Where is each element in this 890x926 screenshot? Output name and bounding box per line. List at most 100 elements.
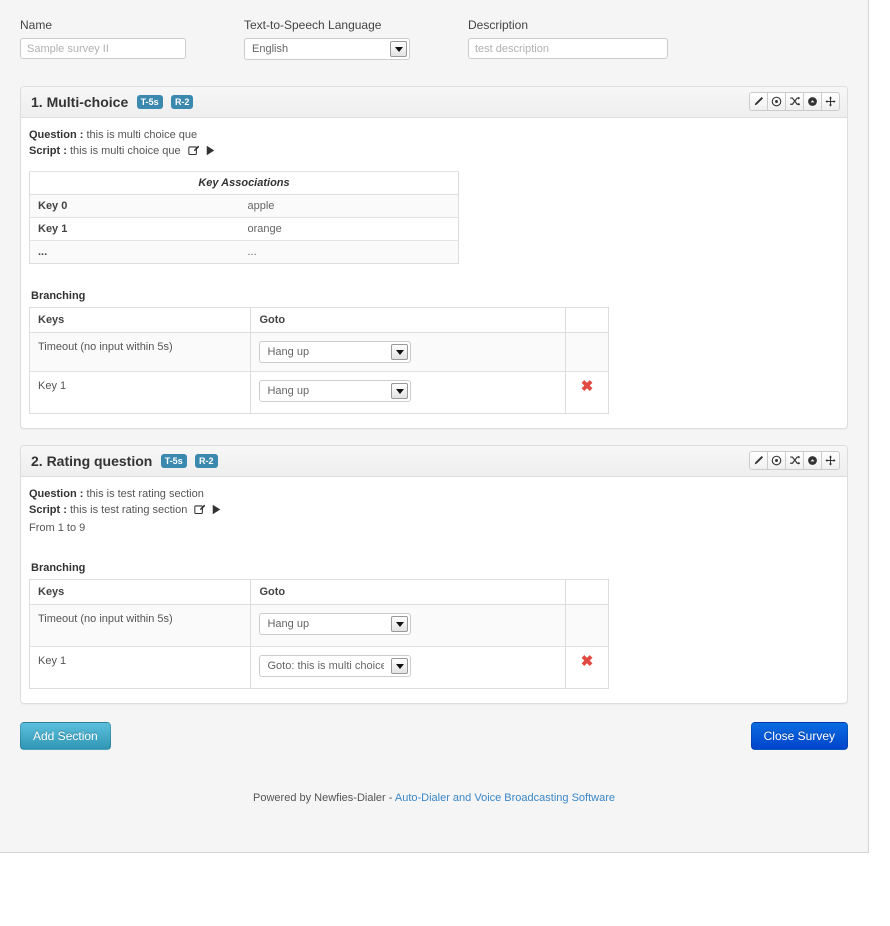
branching-goto-cell: Hang up [250, 604, 567, 647]
field-description: Description [468, 18, 688, 59]
branching-col-goto: Goto [250, 307, 567, 333]
survey-name-input[interactable] [20, 38, 186, 59]
branching-col-keys: Keys [29, 307, 252, 333]
branching-goto-value: Goto: this is multi choice que [267, 660, 385, 672]
chevron-down-icon[interactable] [390, 41, 407, 57]
branching-key-cell: Key 1 [29, 371, 252, 414]
section-1-timeout-badge: T-5s [136, 94, 163, 109]
chevron-down-icon[interactable] [391, 344, 409, 360]
delete-branch-icon[interactable]: ✖ [574, 379, 600, 394]
field-name: Name [20, 18, 244, 59]
branching-goto-cell: Hang up [250, 332, 567, 372]
edit-pencil-icon[interactable] [749, 451, 768, 470]
section-2-branching-table: Keys Goto Timeout (no input within 5s) H… [29, 579, 609, 689]
survey-section-panel: 1. Multi-choice T-5s R-2 Question: this… [20, 86, 848, 429]
survey-description-input[interactable] [468, 38, 668, 59]
branching-key-cell: Key 1 [29, 646, 252, 689]
section-1-header: 1. Multi-choice T-5s R-2 [21, 87, 847, 118]
question-label: Question : [29, 129, 84, 141]
branching-goto-cell: Hang up [250, 371, 567, 414]
section-1-retries-badge: R-2 [170, 94, 194, 109]
question-label: Question : [29, 488, 84, 500]
edit-pencil-icon[interactable] [749, 92, 768, 111]
key-association-key: Key 1 [29, 217, 240, 241]
duplicate-circle-icon[interactable] [803, 92, 822, 111]
key-association-value: apple [239, 194, 459, 218]
section-2-body: Question : this is test rating section S… [21, 477, 847, 703]
tts-language-value: English [252, 43, 289, 55]
powered-by-text: Powered by Newfies-Dialer - [253, 792, 395, 804]
branching-col-goto: Goto [250, 579, 567, 605]
branching-header-row: Keys Goto [29, 579, 609, 605]
key-association-value: orange [239, 217, 459, 241]
section-2-header: 2. Rating question T-5s R-2 [21, 446, 847, 477]
section-1-question-line: Question : this is multi choice que [29, 128, 839, 143]
branching-goto-cell: Goto: this is multi choice que [250, 646, 567, 689]
shuffle-icon[interactable] [785, 92, 804, 111]
close-survey-button[interactable]: Close Survey [750, 722, 848, 750]
branching-key-cell: Timeout (no input within 5s) [29, 332, 252, 372]
section-1-script-line: Script : this is multi choice que [29, 144, 839, 161]
record-target-icon[interactable] [767, 92, 786, 111]
section-2-title: 2. Rating question [31, 453, 153, 469]
table-row: Key 1 orange [29, 217, 459, 241]
section-2-script-line: Script : this is test rating section [29, 503, 839, 520]
branching-key-cell: Timeout (no input within 5s) [29, 604, 252, 647]
table-row: Key 1 Goto: this is multi choice que ✖ [29, 646, 609, 689]
key-association-value: ... [239, 240, 459, 264]
section-2-branching-label: Branching [31, 562, 86, 574]
survey-editor-page: Name Text-to-Speech Language English Des… [0, 0, 890, 926]
branching-col-actions [565, 307, 609, 333]
section-2-question-text: this is test rating section [86, 488, 204, 500]
script-label: Script : [29, 504, 67, 516]
delete-branch-icon[interactable]: ✖ [574, 654, 600, 669]
key-association-key: ... [29, 240, 240, 264]
name-label: Name [20, 18, 53, 32]
branching-action-cell [565, 332, 609, 372]
section-2-range-text: From 1 to 9 [29, 522, 86, 534]
chevron-down-icon[interactable] [391, 383, 409, 399]
survey-section-panel: 2. Rating question T-5s R-2 Question: t… [20, 445, 848, 704]
record-target-icon[interactable] [767, 451, 786, 470]
page-container: Name Text-to-Speech Language English Des… [0, 0, 869, 853]
key-associations-title: Key Associations [29, 171, 459, 195]
branching-goto-select[interactable]: Hang up [259, 341, 412, 363]
table-row: Key 1 Hang up ✖ [29, 371, 609, 414]
branching-col-keys: Keys [29, 579, 252, 605]
branching-action-cell [565, 604, 609, 647]
key-associations-table: Key Associations Key 0 apple Key 1 orang… [29, 171, 459, 264]
branching-header-row: Keys Goto [29, 307, 609, 333]
script-edit-icon[interactable] [194, 504, 208, 518]
table-row: Timeout (no input within 5s) Hang up [29, 604, 609, 647]
key-association-key: Key 0 [29, 194, 240, 218]
chevron-down-icon[interactable] [391, 616, 409, 632]
shuffle-icon[interactable] [785, 451, 804, 470]
table-row: Timeout (no input within 5s) Hang up [29, 332, 609, 372]
branching-action-cell: ✖ [565, 646, 609, 689]
section-1-title: 1. Multi-choice [31, 94, 129, 110]
chevron-down-icon[interactable] [391, 658, 409, 674]
script-play-icon[interactable] [212, 504, 221, 518]
survey-meta-form: Name Text-to-Speech Language English Des… [12, 0, 856, 86]
section-1-toolbar [749, 92, 840, 111]
move-arrows-icon[interactable] [821, 92, 840, 111]
action-button-row: Add Section Close Survey [12, 720, 856, 750]
section-1-script-text: this is multi choice que [69, 145, 181, 157]
section-1-body: Question : this is multi choice que Scri… [21, 118, 847, 428]
add-section-button[interactable]: Add Section [20, 722, 111, 750]
tts-language-select[interactable]: English [244, 38, 410, 60]
branching-goto-select[interactable]: Goto: this is multi choice que [259, 655, 412, 677]
branching-goto-select[interactable]: Hang up [259, 380, 412, 402]
script-play-icon[interactable] [206, 145, 215, 159]
section-2-retries-badge: R-2 [195, 453, 218, 468]
section-2-toolbar [749, 451, 840, 470]
newfies-dialer-link[interactable]: Auto-Dialer and Voice Broadcasting Softw… [395, 792, 615, 804]
tts-language-label: Text-to-Speech Language [244, 18, 382, 32]
duplicate-circle-icon[interactable] [803, 451, 822, 470]
field-tts-language: Text-to-Speech Language English [244, 18, 468, 60]
key-associations-title-row: Key Associations [29, 171, 459, 195]
script-edit-icon[interactable] [188, 145, 202, 159]
script-label: Script : [29, 145, 67, 157]
branching-goto-select[interactable]: Hang up [259, 613, 412, 635]
move-arrows-icon[interactable] [821, 451, 840, 470]
